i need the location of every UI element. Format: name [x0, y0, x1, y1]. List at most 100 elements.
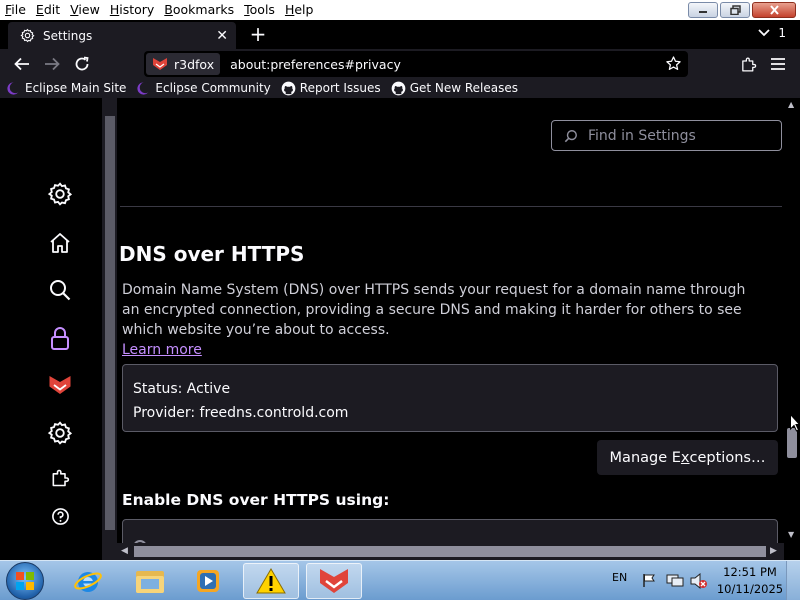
taskbar-media-player[interactable]	[180, 563, 236, 599]
forward-button[interactable]	[41, 53, 63, 75]
scroll-down-arrow-icon[interactable]: ▼	[788, 530, 794, 539]
find-in-settings-input[interactable]: Find in Settings	[551, 120, 782, 151]
close-tab-icon[interactable]: ✕	[216, 28, 228, 44]
section-description: Domain Name System (DNS) over HTTPS send…	[122, 282, 746, 338]
enable-dns-heading: Enable DNS over HTTPS using:	[122, 491, 390, 509]
sidebar-scrollbar-thumb[interactable]	[105, 116, 115, 530]
start-button[interactable]	[6, 562, 44, 600]
close-icon	[769, 5, 779, 15]
settings-page: Find in Settings DNS over HTTPS Domain N…	[0, 98, 800, 560]
show-desktop-button[interactable]	[786, 561, 800, 600]
category-help[interactable]	[46, 502, 74, 530]
section-divider	[120, 206, 782, 207]
taskbar-internet-explorer[interactable]	[60, 563, 116, 599]
bookmark-get-new-releases[interactable]: Get New Releases	[391, 81, 518, 96]
scroll-up-arrow-icon[interactable]: ▲	[788, 100, 794, 109]
sidebar-scrollbar[interactable]	[102, 98, 117, 560]
search-icon	[564, 129, 577, 142]
close-window-button[interactable]	[752, 2, 796, 18]
category-more-settings[interactable]	[46, 419, 74, 447]
section-heading: DNS over HTTPS	[119, 242, 305, 266]
identity-box[interactable]: r3dfox	[146, 53, 221, 75]
app-menu-button[interactable]	[767, 53, 789, 75]
bookmark-label: Eclipse Main Site	[25, 81, 127, 95]
bookmark-label: Get New Releases	[409, 81, 519, 95]
search-icon	[50, 280, 71, 301]
tab-count[interactable]: 1	[778, 26, 786, 40]
clock-time: 12:51 PM	[723, 565, 777, 579]
menu-help[interactable]: Help	[280, 0, 319, 20]
scroll-right-arrow-icon[interactable]: ▶	[770, 546, 777, 556]
folder-icon	[136, 571, 164, 593]
category-privacy[interactable]	[46, 325, 74, 353]
search-placeholder: Find in Settings	[588, 127, 696, 144]
puzzle-icon	[52, 469, 70, 487]
page-horizontal-scrollbar[interactable]: ◀ ▶	[117, 543, 784, 560]
eclipse-icon	[7, 81, 21, 95]
learn-more-link[interactable]: Learn more	[122, 342, 202, 358]
category-search[interactable]	[46, 276, 74, 304]
dns-status: Status: Active	[133, 381, 231, 397]
network-icon[interactable]	[666, 573, 684, 588]
dns-status-box: Status: Active Provider: freedns.control…	[122, 364, 778, 432]
minimize-button[interactable]	[688, 2, 718, 18]
nav-bar: r3dfox about:preferences#privacy	[0, 49, 800, 78]
action-center-flag-icon[interactable]	[642, 573, 656, 588]
bookmark-label: Eclipse Community	[155, 81, 271, 95]
bookmark-eclipse-main-site[interactable]: Eclipse Main Site	[6, 81, 126, 96]
back-button[interactable]	[11, 53, 33, 75]
page-vertical-scrollbar[interactable]: ▲ ▼	[784, 98, 800, 546]
url-bar[interactable]: r3dfox about:preferences#privacy	[144, 51, 688, 77]
chevron-down-icon[interactable]	[758, 26, 770, 40]
restore-button[interactable]	[720, 2, 750, 18]
manage-exceptions-button[interactable]: Manage Ex ceptions…	[597, 440, 778, 475]
bookmark-report-issues[interactable]: Report Issues	[281, 81, 381, 96]
language-indicator[interactable]: EN	[612, 571, 627, 584]
menu-tools[interactable]: Tools	[239, 0, 280, 20]
clock-date: 10/11/2025	[716, 582, 784, 596]
volume-muted-icon[interactable]	[690, 573, 708, 589]
eclipse-icon	[137, 81, 152, 95]
back-arrow-icon	[14, 57, 29, 71]
reload-button[interactable]	[71, 53, 93, 75]
media-player-icon	[197, 570, 219, 592]
new-tab-button[interactable]: +	[248, 24, 268, 44]
menu-history[interactable]: History	[105, 0, 159, 20]
menu-edit[interactable]: Edit	[31, 0, 65, 20]
lock-icon	[51, 327, 69, 350]
category-general[interactable]	[46, 180, 74, 208]
system-clock[interactable]: 12:51 PM 10/11/2025	[715, 564, 785, 598]
gear-icon	[20, 28, 35, 43]
bookmarks-toolbar: Eclipse Main Site Eclipse Community Repo…	[0, 78, 800, 98]
taskbar-file-explorer[interactable]	[122, 563, 178, 599]
taskbar-warning-app[interactable]	[243, 563, 299, 599]
menu-bar: File Edit View History Bookmarks Tools H…	[0, 0, 800, 20]
bookmark-eclipse-community[interactable]: Eclipse Community	[136, 81, 271, 96]
tab-settings[interactable]: Settings ✕	[8, 22, 236, 49]
menu-bookmarks[interactable]: Bookmarks	[159, 0, 239, 20]
mouse-cursor-icon	[790, 414, 800, 432]
category-home[interactable]	[46, 229, 74, 257]
page-scrollbar-thumb[interactable]	[787, 428, 797, 458]
category-extensions[interactable]	[46, 464, 74, 492]
url-text[interactable]: about:preferences#privacy	[230, 57, 401, 72]
extensions-button[interactable]	[737, 53, 759, 75]
reload-icon	[75, 56, 89, 71]
minimize-icon	[699, 11, 707, 13]
horizontal-scrollbar-thumb[interactable]	[134, 546, 766, 557]
hamburger-menu-icon	[771, 58, 785, 70]
home-icon	[50, 233, 70, 253]
puzzle-icon	[741, 57, 756, 72]
dns-provider: Provider: freedns.controld.com	[133, 405, 349, 421]
gear-icon	[47, 182, 73, 206]
scroll-left-arrow-icon[interactable]: ◀	[121, 546, 128, 556]
r3dfox-icon	[49, 376, 71, 394]
forward-arrow-icon	[45, 57, 60, 71]
bookmark-star-icon[interactable]	[665, 55, 682, 76]
category-r3dfox[interactable]	[46, 371, 74, 399]
menu-view[interactable]: View	[65, 0, 105, 20]
github-icon	[391, 81, 406, 95]
taskbar-r3dfox[interactable]	[306, 563, 362, 599]
warning-icon	[256, 568, 286, 594]
menu-file[interactable]: File	[0, 0, 31, 20]
